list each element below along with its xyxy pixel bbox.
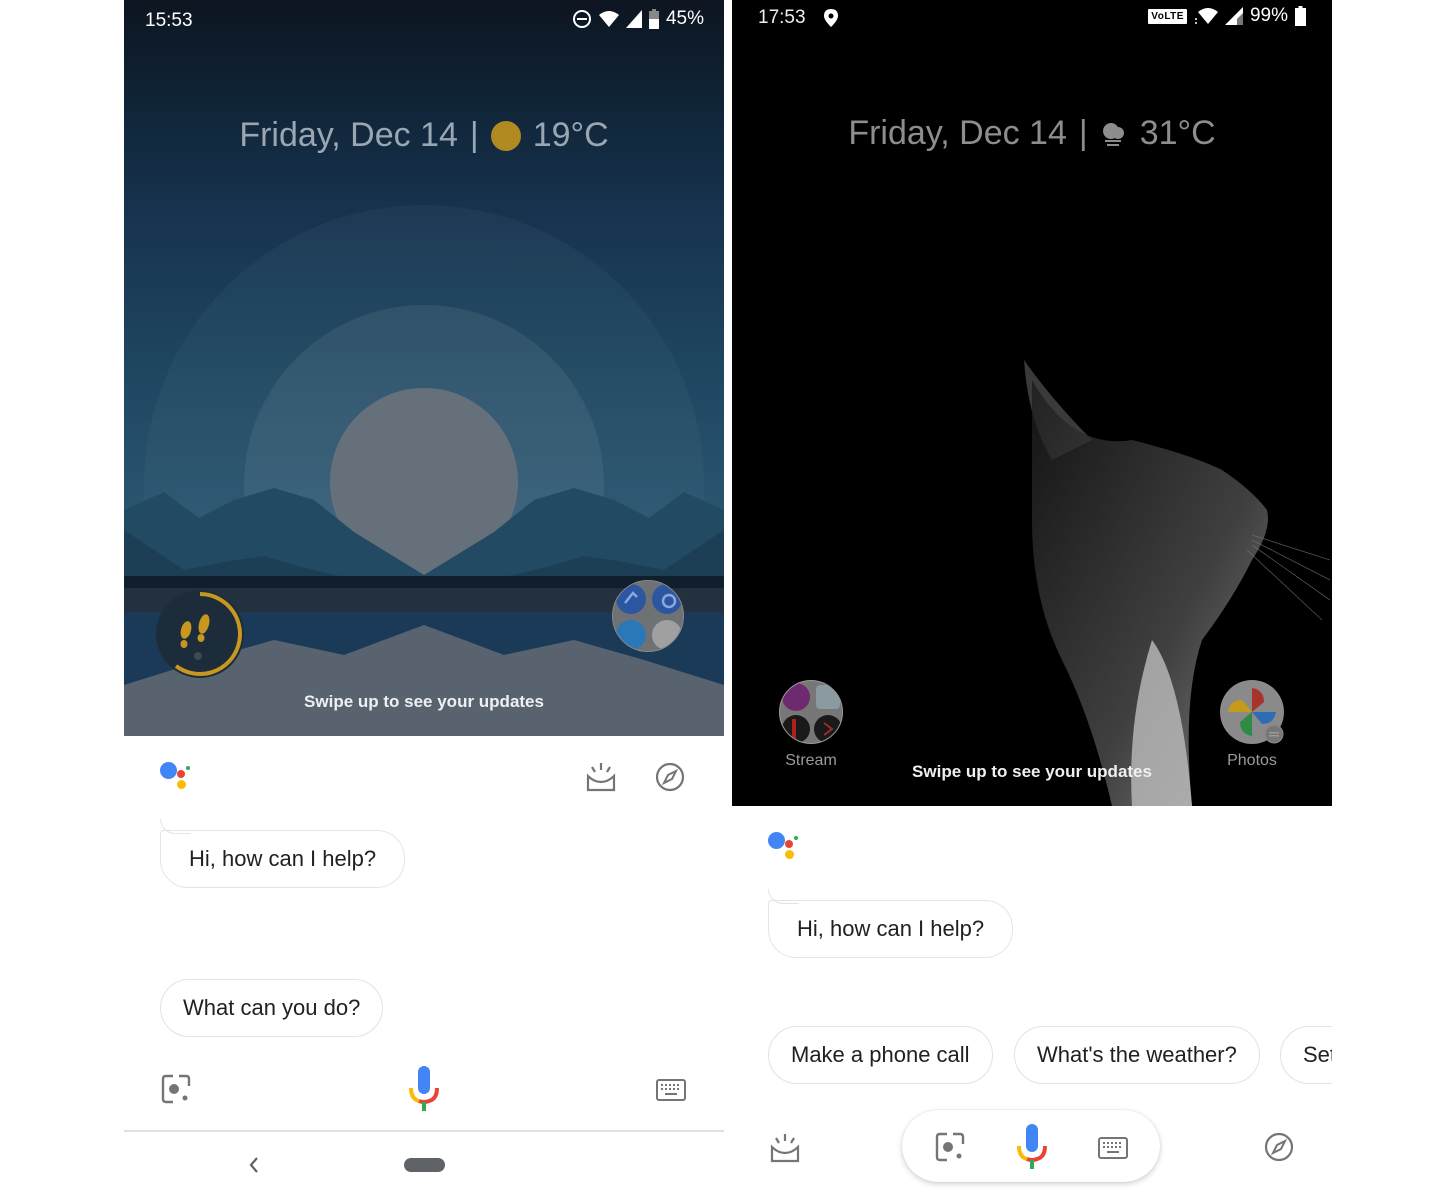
glance-separator: | xyxy=(1078,114,1088,152)
mic-icon xyxy=(409,1066,439,1111)
footsteps-icon xyxy=(174,592,242,676)
glance-separator: | xyxy=(469,116,479,154)
fit-shortcut[interactable] xyxy=(156,590,244,678)
logo-dot-yellow xyxy=(785,850,794,859)
suggestion-chip-phone-call[interactable]: Make a phone call xyxy=(768,1026,993,1084)
suggestion-chip-label: Make a phone call xyxy=(791,1042,970,1067)
logo-dot-blue xyxy=(160,762,177,779)
home-pill[interactable] xyxy=(404,1158,445,1172)
at-a-glance[interactable]: Friday, Dec 14 | 31°C xyxy=(732,114,1332,153)
swipe-up-hint[interactable]: Swipe up to see your updates xyxy=(124,692,724,712)
keyboard-button[interactable] xyxy=(1097,1136,1129,1160)
google-photos-icon xyxy=(1228,688,1284,744)
updates-button[interactable] xyxy=(584,762,618,792)
cat-whiskers xyxy=(1246,534,1331,621)
lens-button[interactable] xyxy=(934,1131,966,1163)
do-not-disturb-icon xyxy=(572,10,591,28)
updates-button[interactable] xyxy=(768,1132,802,1164)
updates-inbox-icon xyxy=(770,1134,800,1163)
assistant-greeting-bubble: Hi, how can I help? xyxy=(768,889,1014,958)
wifi-icon xyxy=(598,11,619,27)
mic-button[interactable] xyxy=(1015,1124,1049,1170)
battery-percent: 45% xyxy=(665,8,704,29)
stream-shortcut[interactable] xyxy=(779,680,843,744)
lens-icon xyxy=(161,1074,191,1104)
back-icon xyxy=(249,1157,258,1173)
sunny-icon xyxy=(490,120,521,151)
wifi-icon xyxy=(1194,8,1218,24)
app-folder-shortcut[interactable] xyxy=(612,580,684,652)
suggestion-chip[interactable]: What can you do? xyxy=(160,979,384,1037)
keyboard-button[interactable] xyxy=(655,1078,687,1102)
glance-temperature: 31°C xyxy=(1139,114,1216,152)
explore-button[interactable] xyxy=(1263,1131,1295,1163)
mic-icon xyxy=(1017,1124,1047,1169)
lens-button[interactable] xyxy=(160,1073,192,1105)
logo-dot-yellow xyxy=(177,780,186,789)
greeting-text: Hi, how can I help? xyxy=(797,916,985,941)
at-a-glance[interactable]: Friday, Dec 14 | 19°C xyxy=(124,116,724,155)
navigation-bar xyxy=(124,1130,724,1200)
left-phone-screen: 15:53 45% Friday, Dec 14 | 19°C Swipe up… xyxy=(124,0,724,1200)
status-icons: VoLTE 99% xyxy=(1148,5,1306,27)
logo-dot-green xyxy=(186,766,190,770)
explore-compass-icon xyxy=(655,762,685,792)
suggestion-chip-label: What's the weather? xyxy=(1037,1042,1237,1067)
app-folder-icon xyxy=(616,584,682,650)
battery-icon xyxy=(648,9,659,29)
volte-badge: VoLTE xyxy=(1148,8,1187,24)
suggestion-chip-label: What can you do? xyxy=(183,995,361,1020)
status-bar: 17:53 VoLTE 99% xyxy=(732,0,1332,40)
suggestion-chip-set[interactable]: Set xyxy=(1280,1026,1332,1084)
clock: 17:53 xyxy=(758,7,806,28)
keyboard-icon xyxy=(656,1079,686,1101)
swipe-up-hint[interactable]: Swipe up to see your updates xyxy=(732,762,1332,782)
assistant-greeting-bubble: Hi, how can I help? xyxy=(160,819,406,888)
clock: 15:53 xyxy=(145,10,193,31)
battery-percent: 99% xyxy=(1249,5,1288,26)
assistant-logo xyxy=(160,762,200,798)
battery-icon xyxy=(1295,6,1306,26)
back-button[interactable] xyxy=(244,1152,264,1178)
logo-dot-green xyxy=(794,836,798,840)
cell-signal-icon xyxy=(625,10,642,28)
status-bar: 15:53 45% xyxy=(124,0,724,40)
glance-date: Friday, Dec 14 xyxy=(239,116,458,154)
keyboard-icon xyxy=(1098,1137,1128,1159)
status-icons: 45% xyxy=(572,8,704,30)
right-phone-screen: 17:53 VoLTE 99% Friday, Dec 14 | 31°C St… xyxy=(732,0,1332,1200)
assistant-logo xyxy=(768,832,808,868)
photos-shortcut[interactable] xyxy=(1220,680,1284,744)
location-pin-icon xyxy=(824,9,838,27)
updates-inbox-icon xyxy=(586,763,616,792)
glance-date: Friday, Dec 14 xyxy=(848,114,1067,152)
app-folder-icon xyxy=(782,683,842,743)
logo-dot-red xyxy=(785,840,793,848)
glance-temperature: 19°C xyxy=(532,116,609,154)
explore-compass-icon xyxy=(1264,1132,1294,1162)
cell-signal-icon xyxy=(1224,7,1243,25)
logo-dot-red xyxy=(177,770,185,778)
cloudy-haze-icon xyxy=(1102,122,1124,146)
explore-button[interactable] xyxy=(654,761,686,793)
greeting-text: Hi, how can I help? xyxy=(189,846,377,871)
suggestion-chip-weather[interactable]: What's the weather? xyxy=(1014,1026,1260,1084)
logo-dot-blue xyxy=(768,832,785,849)
suggestion-chip-label: Set xyxy=(1303,1042,1332,1067)
lens-icon xyxy=(935,1132,965,1162)
mic-button[interactable] xyxy=(407,1066,441,1112)
